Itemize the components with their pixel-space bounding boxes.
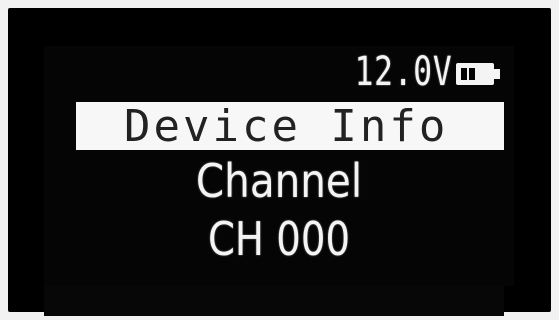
oled-screen: 12.0V Device Info Channel CH 000 xyxy=(44,46,514,286)
screen-bottom-edge xyxy=(44,286,504,316)
battery-level-bar xyxy=(469,68,475,80)
channel-value: CH 000 xyxy=(207,212,351,266)
battery-body xyxy=(456,63,494,85)
battery-icon xyxy=(456,63,500,85)
battery-level-bar xyxy=(461,68,467,80)
menu-title-highlight[interactable]: Device Info xyxy=(76,101,504,152)
menu-title: Device Info xyxy=(124,101,449,152)
status-bar: 12.0V xyxy=(44,49,506,95)
voltage-readout: 12.0V xyxy=(354,49,452,95)
device-photo-frame: 12.0V Device Info Channel CH 000 xyxy=(0,0,559,320)
channel-label: Channel xyxy=(195,154,363,208)
battery-terminal xyxy=(494,69,500,79)
